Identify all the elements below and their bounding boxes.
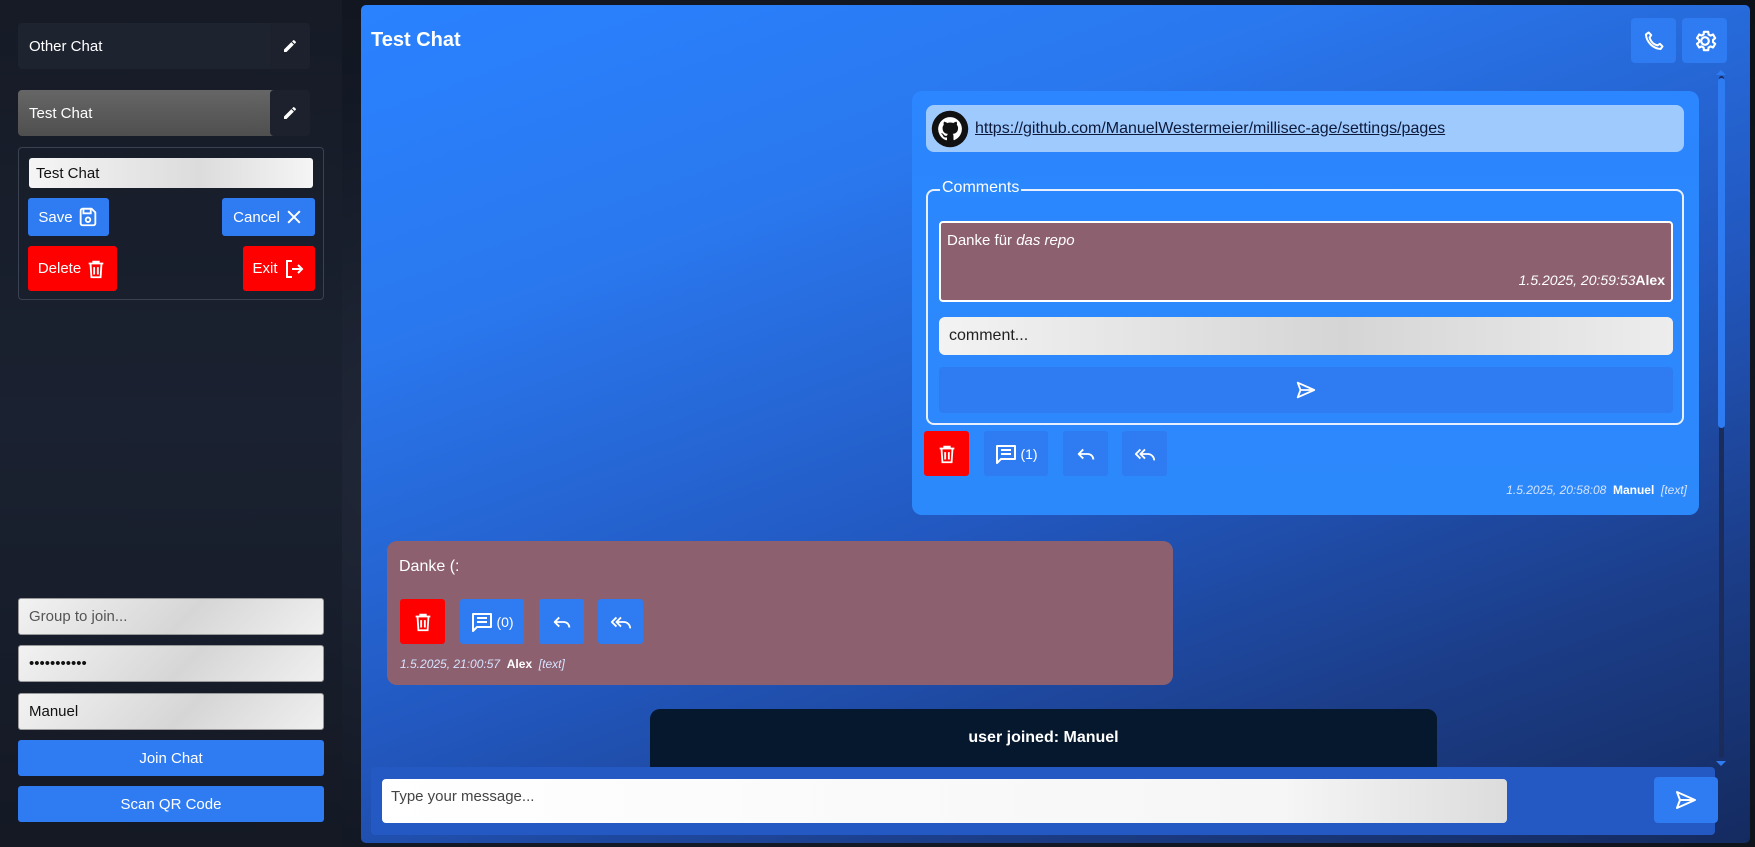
scroll-up-icon: [1716, 70, 1726, 75]
logout-icon: [285, 259, 303, 278]
send-icon: [1296, 381, 1316, 399]
chat-name-label[interactable]: Other Chat: [18, 23, 282, 69]
github-icon: [931, 110, 969, 147]
trash-icon: [88, 260, 104, 278]
phone-icon: [1644, 31, 1663, 50]
reply-button[interactable]: [1063, 431, 1108, 476]
scroll-down-icon: [1716, 761, 1726, 766]
message-text: Danke (:: [399, 558, 460, 575]
pencil-icon: [284, 106, 296, 119]
message-meta: 1.5.2025, 21:00:57 Alex [text]: [400, 657, 565, 671]
gear-icon: [1695, 30, 1716, 51]
send-icon: [1676, 791, 1696, 809]
chat-name-label[interactable]: Test Chat: [18, 90, 282, 136]
exit-chat-button[interactable]: Exit: [243, 246, 315, 291]
comments-button[interactable]: (0): [460, 599, 524, 644]
send-comment-button[interactable]: [939, 367, 1673, 413]
reply-icon: [1077, 448, 1094, 460]
comment-icon: [996, 444, 1017, 464]
message-author: Manuel: [1612, 483, 1655, 497]
message-author: Alex: [506, 657, 533, 671]
comment-meta: 1.5.2025, 20:59:53Alex: [1519, 272, 1665, 288]
trash-icon: [415, 613, 430, 631]
shared-link[interactable]: https://github.com/ManuelWestermeier/mil…: [975, 120, 1445, 138]
message-timestamp: 1.5.2025, 21:00:57: [400, 657, 501, 671]
call-button[interactable]: [1631, 18, 1676, 63]
comment-author: Alex: [1635, 272, 1665, 288]
send-message-button[interactable]: [1654, 777, 1718, 823]
chat-panel: Test Chat https://github.com/ManuelWeste…: [361, 5, 1750, 843]
reply-all-button[interactable]: [1122, 431, 1167, 476]
save-label: Save: [38, 208, 73, 226]
message-type: [text]: [1660, 483, 1687, 497]
message-input-bar: Type your message...: [371, 767, 1715, 835]
comment-count: (0): [496, 613, 514, 630]
edit-chat-button[interactable]: [270, 23, 310, 69]
delete-chat-button[interactable]: Delete: [28, 246, 117, 291]
pencil-icon: [284, 39, 296, 52]
delete-message-button[interactable]: [400, 599, 445, 644]
message-timestamp: 1.5.2025, 20:58:08: [1506, 483, 1607, 497]
edit-chat-panel: Test Chat Save Cancel Delete Exit: [18, 147, 324, 300]
message-type: [text]: [538, 657, 565, 671]
comment-count: (1): [1020, 445, 1038, 462]
message-card: Danke (: (0) 1.5.2025, 21:00:57 Alex [te…: [387, 541, 1173, 685]
trash-icon: [939, 445, 954, 463]
reply-all-icon: [610, 616, 631, 629]
comments-section: Comments Danke für das repo 1.5.2025, 20…: [926, 179, 1684, 425]
reply-button[interactable]: [539, 599, 584, 644]
comment-icon: [472, 612, 493, 632]
chat-list-item-test[interactable]: Test Chat: [18, 90, 282, 136]
comment-text: Danke für das repo: [947, 232, 1075, 249]
delete-message-button[interactable]: [924, 431, 969, 476]
reply-icon: [553, 616, 570, 628]
password-input[interactable]: •••••••••••: [18, 645, 324, 682]
link-preview: https://github.com/ManuelWestermeier/mil…: [926, 105, 1684, 152]
cancel-button[interactable]: Cancel: [222, 198, 315, 236]
chat-list-item-other[interactable]: Other Chat: [18, 23, 282, 69]
exit-label: Exit: [252, 260, 278, 277]
message-input[interactable]: Type your message...: [382, 779, 1507, 823]
comments-legend: Comments: [940, 179, 1022, 197]
save-button[interactable]: Save: [28, 198, 109, 236]
floppy-disk-icon: [79, 207, 96, 227]
reply-all-button[interactable]: [598, 599, 643, 644]
sidebar: Other Chat Test Chat Test Chat Save Canc…: [0, 0, 342, 847]
settings-button[interactable]: [1682, 18, 1727, 63]
comment-item: Danke für das repo 1.5.2025, 20:59:53Ale…: [939, 221, 1673, 302]
scan-qr-code-button[interactable]: Scan QR Code: [18, 786, 324, 822]
close-icon: [287, 210, 301, 224]
messages-scrollbar[interactable]: [1715, 68, 1727, 768]
comments-button[interactable]: (1): [984, 431, 1048, 476]
username-input[interactable]: Manuel: [18, 693, 324, 730]
chat-name-input[interactable]: Test Chat: [29, 158, 313, 188]
delete-label: Delete: [37, 260, 82, 277]
chat-title: Test Chat: [371, 29, 461, 51]
message-card: https://github.com/ManuelWestermeier/mil…: [912, 91, 1699, 515]
system-message-text: user joined: Manuel: [968, 729, 1119, 746]
cancel-label: Cancel: [233, 208, 280, 226]
comment-input[interactable]: comment...: [939, 317, 1673, 355]
message-meta: 1.5.2025, 20:58:08 Manuel [text]: [1506, 483, 1687, 497]
group-to-join-input[interactable]: Group to join...: [18, 598, 324, 635]
reply-all-icon: [1134, 448, 1155, 461]
comment-timestamp: 1.5.2025, 20:59:53: [1518, 272, 1636, 288]
scroll-thumb[interactable]: [1718, 78, 1725, 428]
edit-chat-button[interactable]: [270, 90, 310, 136]
join-chat-button[interactable]: Join Chat: [18, 740, 324, 776]
